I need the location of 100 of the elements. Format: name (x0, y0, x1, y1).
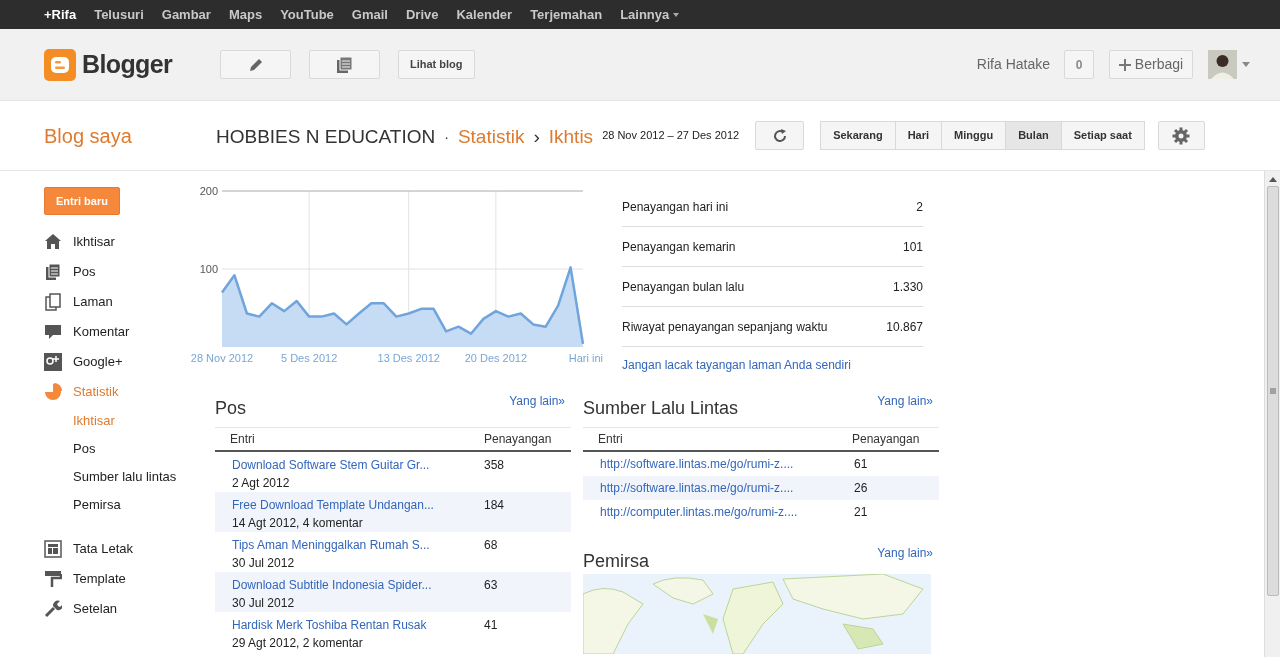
post-link[interactable]: Download Software Stem Guitar Gr... (232, 456, 484, 474)
stat-value: 101 (902, 238, 923, 256)
column-header: Entri (598, 431, 624, 448)
nav-link[interactable]: Telusuri (94, 4, 144, 25)
logo-text: Blogger (82, 48, 173, 80)
post-link[interactable]: Free Download Template Undangan... (232, 496, 484, 514)
documents-icon (336, 55, 353, 74)
google-plus-icon (44, 353, 62, 371)
nav-link[interactable]: YouTube (280, 4, 334, 25)
axis-tick-label: 100 (199, 263, 218, 275)
range-tab[interactable]: Setiap saat (1060, 121, 1145, 150)
url-link[interactable]: http://software.lintas.me/go/rumi-z.... (600, 479, 854, 497)
range-tab[interactable]: Sekarang (820, 121, 896, 150)
section-title: Sumber Lalu Lintas (583, 397, 739, 420)
separator-dot: · (444, 128, 449, 147)
post-link[interactable]: Hardisk Merk Toshiba Rentan Rusak (232, 616, 484, 634)
refresh-icon (771, 127, 788, 144)
view-count: 68 (484, 537, 498, 554)
sidebar-item[interactable]: Ikhtisar (44, 227, 185, 257)
settings-button[interactable] (1157, 121, 1205, 150)
view-count: 21 (854, 504, 868, 521)
scrollbar[interactable] (1264, 171, 1280, 657)
share-button[interactable]: Berbagi (1109, 50, 1193, 79)
nav-link[interactable]: Gambar (161, 4, 211, 25)
blogger-logo-icon (44, 48, 76, 81)
view-count: 26 (854, 480, 868, 497)
axis-tick-label: 20 Des 2012 (464, 352, 528, 364)
nav-link[interactable]: Lainnya (620, 4, 680, 25)
sidebar-item[interactable]: Komentar (44, 317, 185, 347)
sidebar-subitem[interactable]: Pos (44, 435, 185, 463)
caret-icon[interactable] (673, 12, 680, 17)
speech-bubble-icon (44, 323, 62, 341)
view-count: 41 (484, 617, 498, 634)
more-link[interactable]: Yang lain» (877, 544, 933, 562)
sidebar-item[interactable]: Tata Letak (44, 534, 185, 564)
sidebar-item[interactable]: Setelan (44, 594, 185, 624)
section-title: Pos (215, 397, 247, 420)
blog-title: HOBBIES N EDUCATION (216, 125, 436, 150)
nav-link[interactable]: Gmail (351, 4, 388, 25)
stat-label: Riwayat penayangan sepanjang waktu (622, 318, 828, 336)
post-link[interactable]: Download Subtitle Indonesia Spider... (232, 576, 484, 594)
post-meta: 30 Jul 2012 (232, 555, 296, 572)
pie-chart-icon (44, 383, 62, 401)
axis-tick-label: 28 Nov 2012 (190, 352, 254, 364)
sidebar-item[interactable]: Pos (44, 257, 185, 287)
more-link[interactable]: Yang lain» (877, 392, 933, 410)
axis-tick-label: 5 Des 2012 (281, 352, 338, 364)
grip-icon (1269, 388, 1276, 394)
more-link[interactable]: Yang lain» (509, 392, 565, 410)
nav-link[interactable]: Drive (405, 4, 439, 25)
user-name[interactable]: Rifa Hatake (976, 54, 1050, 75)
axis-tick-label: 13 Des 2012 (377, 352, 440, 364)
stat-value: 2 (916, 198, 923, 216)
refresh-button[interactable] (755, 121, 805, 150)
caret-icon[interactable] (1242, 62, 1250, 67)
nav-link[interactable]: Terjemahan (530, 4, 603, 25)
axis-tick-label: Hari ini (568, 352, 603, 364)
stat-label: Penayangan kemarin (622, 238, 736, 256)
sidebar-item[interactable]: Laman (44, 287, 185, 317)
section-title: Pemirsa (583, 550, 649, 573)
breadcrumb-arrow: › (533, 125, 540, 150)
nav-link[interactable]: Maps (228, 4, 263, 25)
paint-roller-icon (44, 570, 62, 588)
view-count: 61 (854, 456, 868, 473)
range-tab[interactable]: Bulan (1005, 121, 1062, 150)
page-icon (44, 293, 62, 311)
nav-link[interactable]: Kalender (456, 4, 513, 25)
posts-button[interactable] (309, 50, 380, 79)
sidebar-subitem[interactable]: Pemirsa (44, 491, 185, 519)
stat-value: 10.867 (886, 318, 923, 336)
wrench-icon (44, 600, 62, 618)
range-tab[interactable]: Hari (894, 121, 943, 150)
home-icon (44, 233, 62, 251)
sidebar-subitem[interactable]: Sumber lalu lintas (44, 463, 185, 491)
post-meta: 2 Agt 2012 (232, 475, 291, 492)
view-count: 184 (484, 497, 505, 514)
view-blog-button[interactable]: Lihat blog (398, 50, 475, 79)
sidebar-item[interactable]: Google+ (44, 347, 185, 377)
view-count: 358 (484, 457, 505, 474)
new-post-button[interactable] (220, 50, 291, 79)
documents-icon (44, 263, 62, 281)
url-link[interactable]: http://software.lintas.me/go/rumi-z.... (600, 455, 854, 473)
sidebar-item[interactable]: Template (44, 564, 185, 594)
column-header: Penayangan (484, 431, 552, 448)
view-count: 63 (484, 577, 498, 594)
scroll-up-arrow-icon[interactable] (1268, 177, 1277, 182)
stat-label: Penayangan bulan lalu (622, 278, 745, 296)
post-meta: 30 Jul 2012 (232, 595, 296, 612)
nav-link[interactable]: +Rifa (44, 4, 77, 25)
column-header: Penayangan (852, 431, 920, 448)
dont-track-link[interactable]: Jangan lacak tayangan laman Anda sendiri (622, 356, 923, 374)
axis-tick-label: 200 (199, 185, 218, 197)
post-meta: 14 Agt 2012, 4 komentar (232, 515, 364, 532)
avatar-icon[interactable] (1208, 50, 1237, 79)
plus-icon (1118, 58, 1131, 71)
range-tab[interactable]: Minggu (941, 121, 1007, 150)
breadcrumb-current: Ikhtis (548, 125, 594, 150)
column-header: Entri (230, 431, 256, 448)
post-link[interactable]: Tips Aman Meninggalkan Rumah S... (232, 536, 484, 554)
url-link[interactable]: http://computer.lintas.me/go/rumi-z.... (600, 503, 854, 521)
